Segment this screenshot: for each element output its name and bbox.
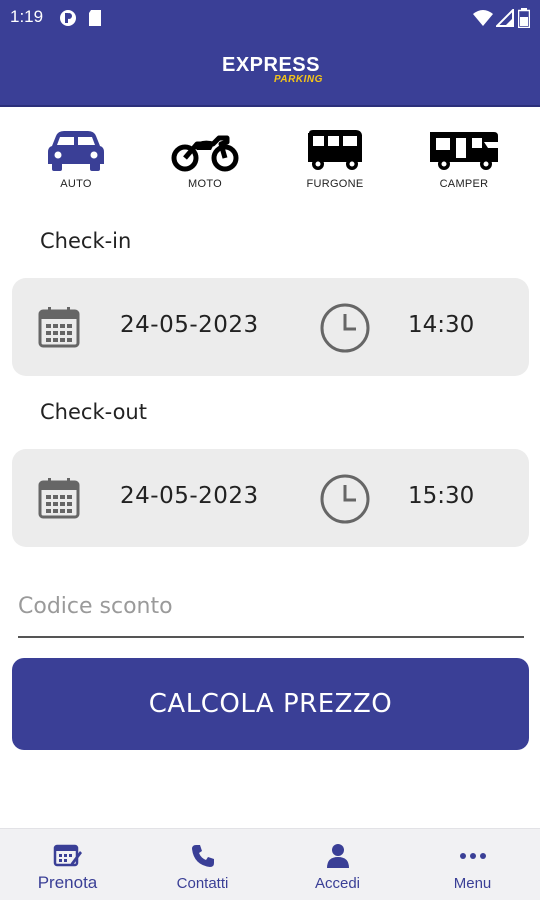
motorcycle-icon (171, 135, 239, 172)
status-bar: 1:19 (0, 0, 540, 34)
booking-icon (53, 844, 82, 867)
clock-icon[interactable] (319, 302, 371, 354)
calculate-price-button[interactable]: CALCOLA PREZZO (12, 658, 529, 750)
clock-icon[interactable] (319, 473, 371, 525)
sd-card-icon (89, 10, 101, 26)
checkout-datetime-picker: 24-05-2023 15:30 (12, 449, 529, 547)
vehicle-label: AUTO (60, 178, 92, 190)
vehicle-label: CAMPER (439, 178, 489, 190)
user-icon (326, 844, 349, 868)
vehicle-label: MOTO (188, 178, 222, 190)
nav-label: Accedi (314, 875, 361, 892)
vehicle-option-auto[interactable]: AUTO (26, 128, 126, 190)
checkout-date[interactable]: 24-05-2023 (120, 483, 259, 509)
vehicle-option-camper[interactable]: CAMPER (414, 128, 514, 190)
signal-icon (496, 9, 514, 27)
nav-item-accedi[interactable]: Accedi (270, 829, 405, 901)
checkin-datetime-picker: 24-05-2023 14:30 (12, 278, 529, 376)
nav-item-contatti[interactable]: Contatti (135, 829, 270, 901)
nav-label: Menu (453, 875, 492, 892)
nav-item-menu[interactable]: Menu (405, 829, 540, 901)
nav-label: Prenota (37, 873, 98, 892)
checkin-date[interactable]: 24-05-2023 (120, 312, 259, 338)
checkout-time[interactable]: 15:30 (408, 483, 474, 509)
express-parking-logo: EXPRESS PARKING (218, 54, 348, 88)
van-icon (308, 130, 362, 170)
battery-icon (518, 8, 530, 28)
discount-code-input[interactable] (18, 584, 524, 638)
more-dots-icon (459, 853, 486, 859)
nav-item-prenota[interactable]: Prenota (0, 829, 135, 901)
checkin-time[interactable]: 14:30 (408, 312, 474, 338)
camper-icon (430, 132, 498, 170)
vehicle-label: FURGONE (306, 178, 364, 190)
bottom-navigation: Prenota Contatti Accedi Menu (0, 828, 540, 900)
wifi-icon (473, 10, 493, 26)
vehicle-type-selector: AUTO MOTO FURGONE CAMPER (0, 128, 540, 208)
checkout-label: Check-out (40, 400, 147, 424)
app-header: EXPRESS PARKING (0, 34, 540, 107)
car-icon (48, 131, 104, 171)
calendar-icon[interactable] (38, 477, 80, 519)
notification-icon (60, 10, 76, 26)
nav-label: Contatti (176, 875, 229, 892)
calendar-icon[interactable] (38, 306, 80, 348)
vehicle-option-furgone[interactable]: FURGONE (285, 128, 385, 190)
vehicle-option-moto[interactable]: MOTO (155, 128, 255, 190)
logo-subtext: PARKING (274, 74, 323, 85)
checkin-label: Check-in (40, 229, 132, 253)
phone-icon (191, 845, 214, 867)
status-time: 1:19 (10, 7, 44, 26)
